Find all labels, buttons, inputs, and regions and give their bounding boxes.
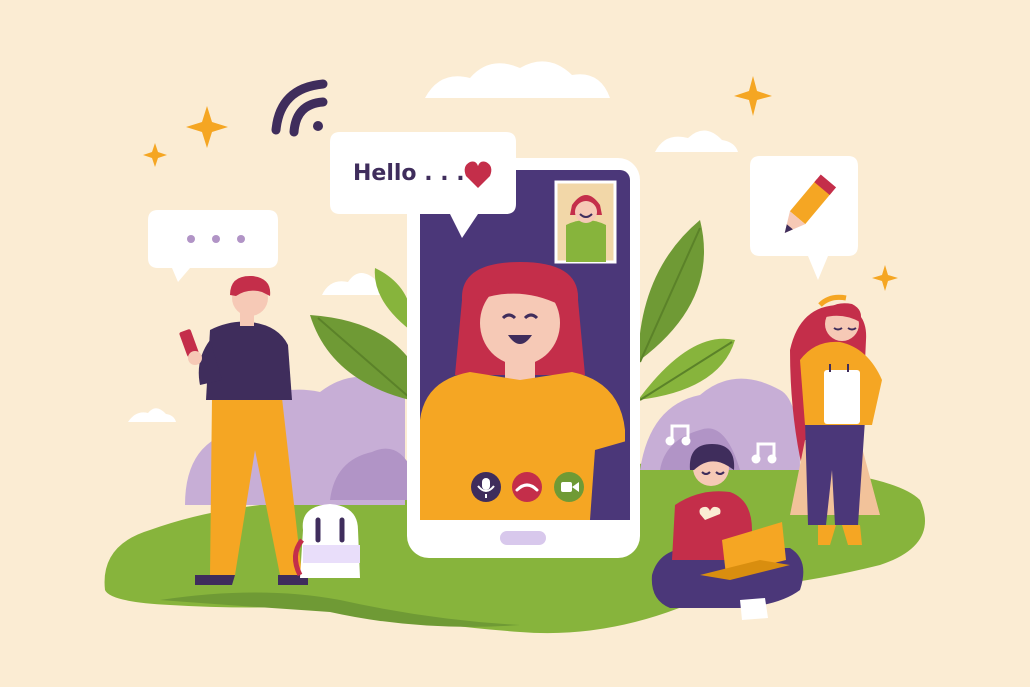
leaf-left-2 [374,268,412,330]
self-view-face [575,201,597,223]
cloud-right [655,130,738,152]
woman-pants [805,420,865,525]
cloud-small [128,408,176,422]
mute-button[interactable] [471,472,501,502]
wifi-icon [271,79,328,137]
sparkle-icon [143,143,167,167]
call-controls [471,472,584,502]
notepad-icon [824,370,860,424]
video-call-scene: Hello . . . [104,61,925,634]
self-view-shirt [566,220,606,262]
sparkle-icon [734,76,772,116]
backpack-body [300,504,360,578]
backpack-pocket [303,545,360,563]
girl-shoe [740,598,768,620]
illustration: Hello . . . [0,0,1030,687]
hello-text: Hello . . . [353,161,465,186]
end-call-button[interactable] [512,472,542,502]
typing-bubble-shape [148,210,278,282]
home-button[interactable] [500,531,546,545]
sparkle-icon [186,106,228,148]
pencil-bubble [750,156,858,280]
cloud-top [425,61,610,98]
typing-bubble [148,210,278,282]
man-hand [188,351,202,365]
man-shirt [206,321,292,400]
man-shoe-left [195,575,235,585]
video-button[interactable] [554,472,584,502]
caller-shadow [590,440,630,520]
phone [407,158,640,558]
sparkle-icon [872,265,898,291]
woman-with-notepad [790,294,882,545]
self-view[interactable] [554,180,617,264]
